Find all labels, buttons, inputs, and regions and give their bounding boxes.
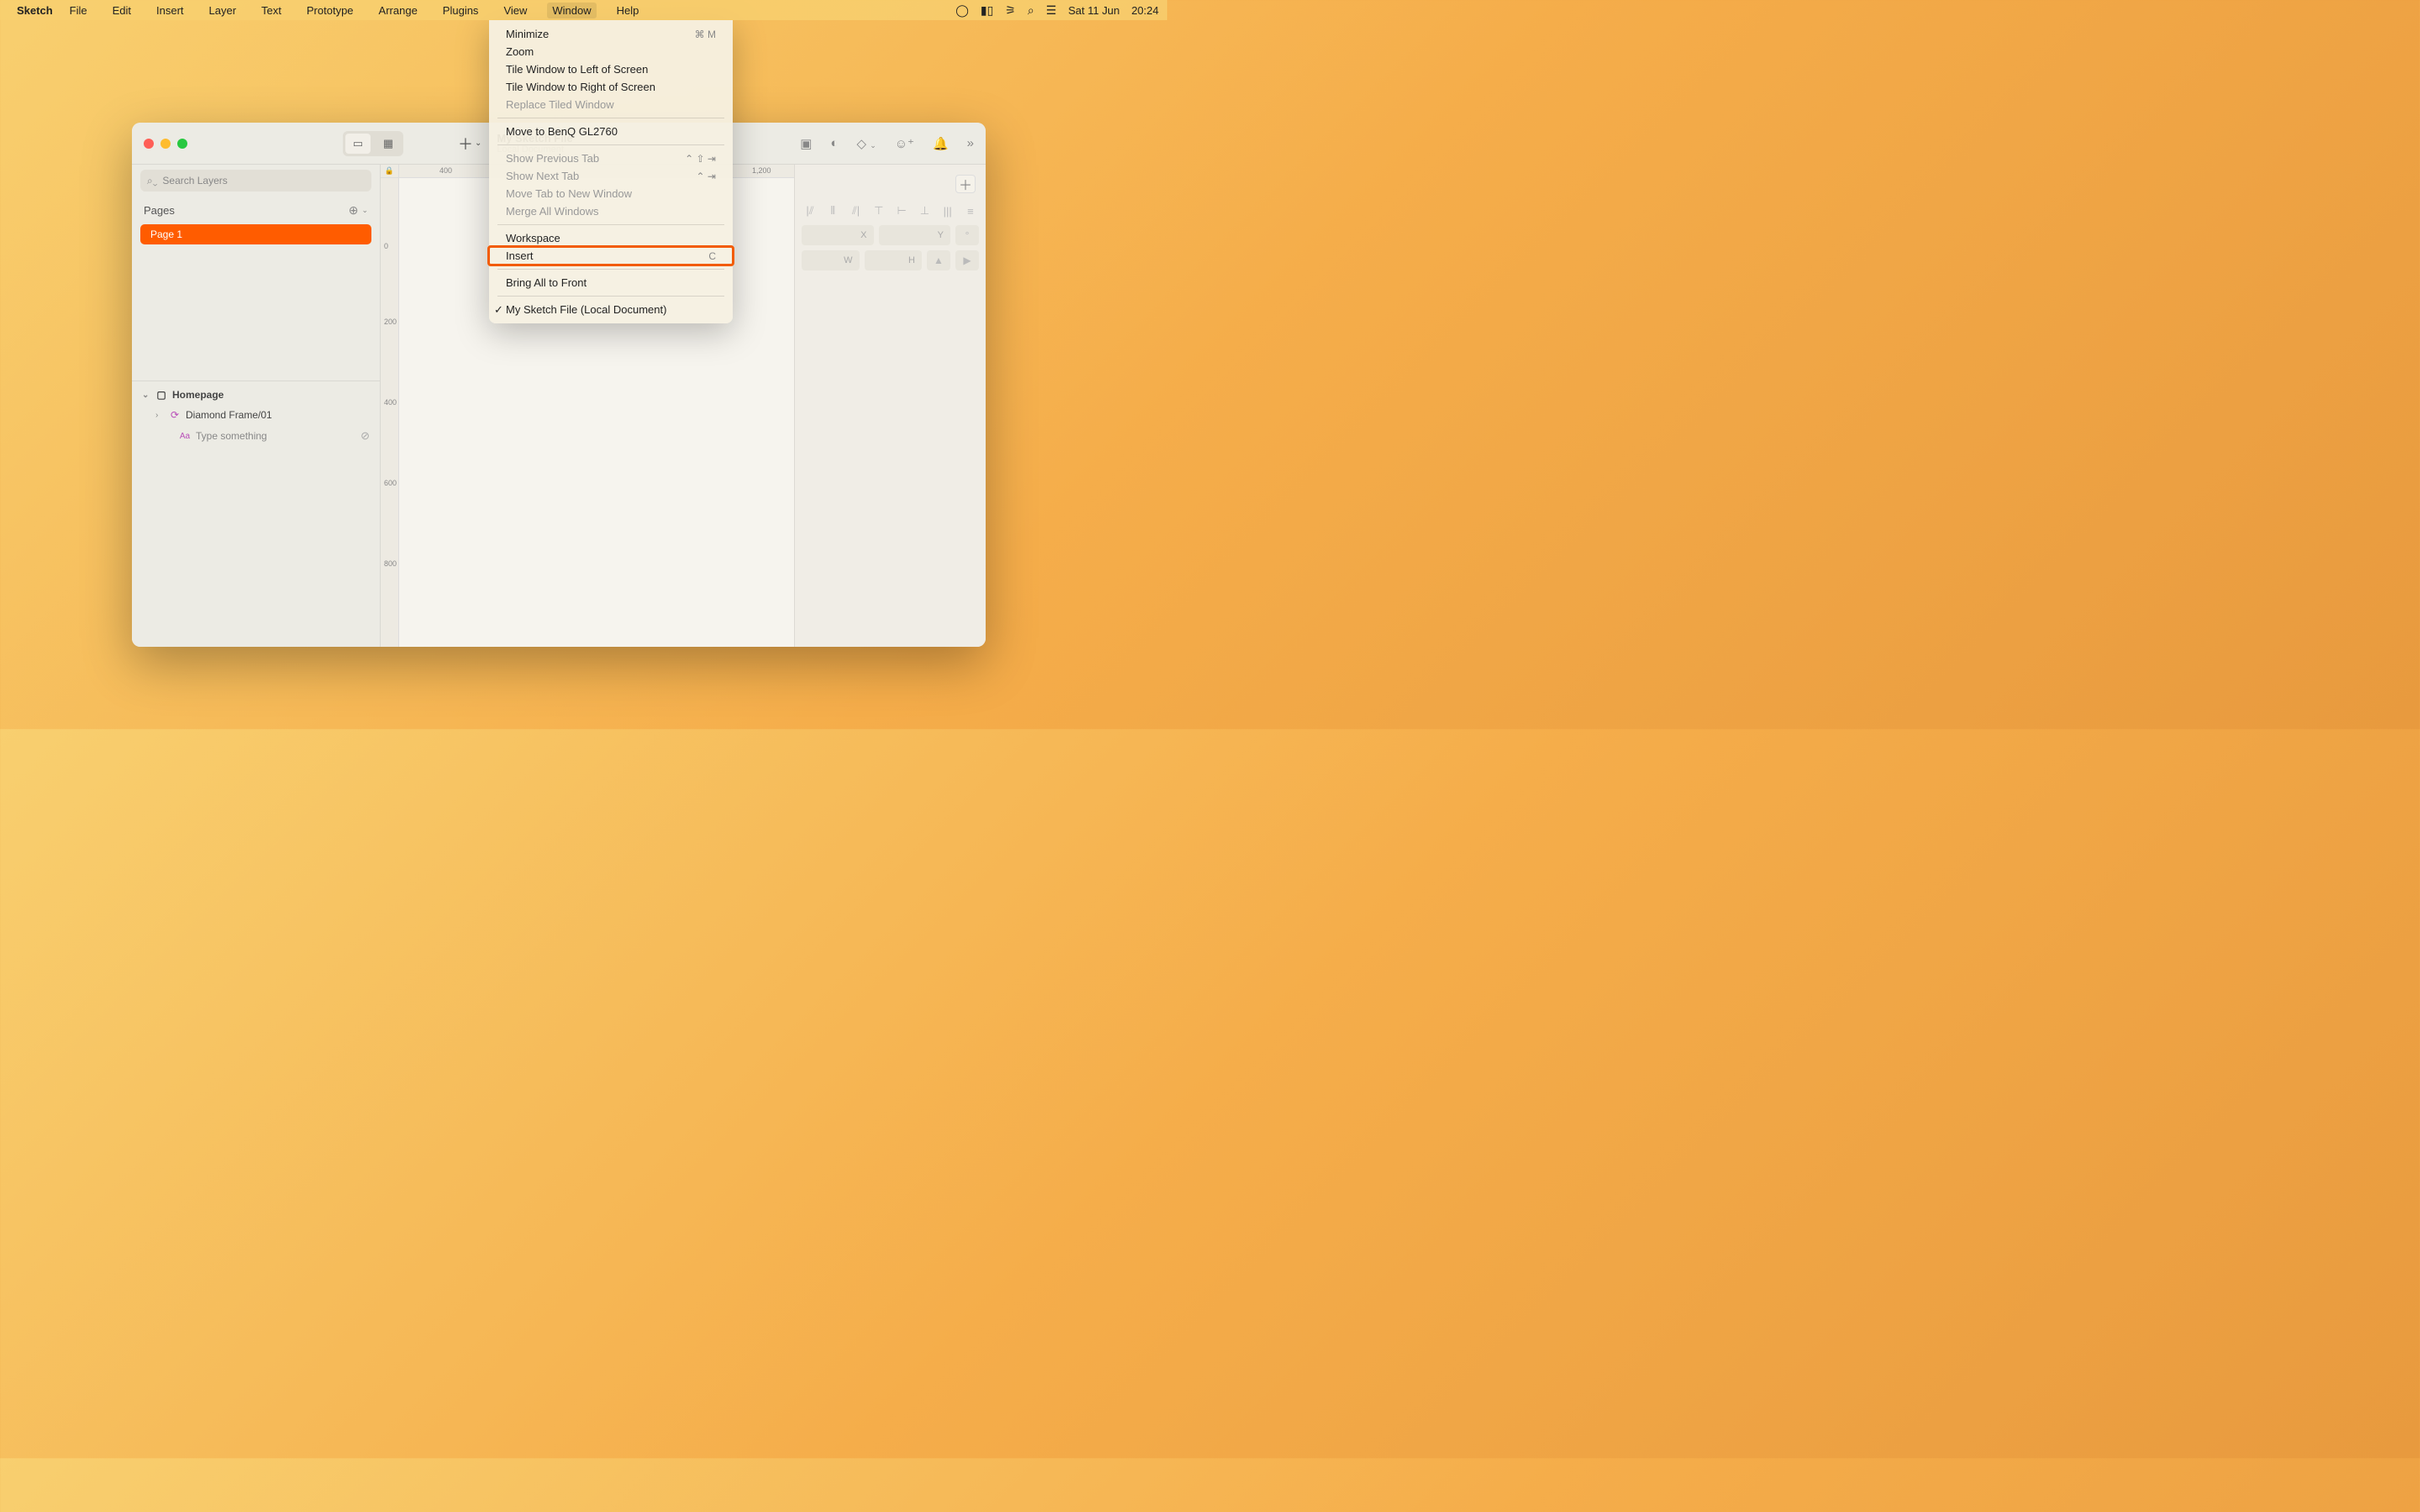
artboard-icon: ▢ — [155, 389, 167, 401]
menubar-time[interactable]: 20:24 — [1131, 4, 1159, 17]
ruler-lock-icon[interactable]: 🔒 — [381, 165, 399, 178]
menu-file[interactable]: File — [65, 3, 92, 18]
menu-separator — [497, 224, 724, 225]
align-right-icon[interactable]: ⫽| — [848, 203, 865, 218]
battery-icon[interactable]: ▮▯ — [981, 3, 993, 18]
flip-h-icon[interactable]: ▲ — [927, 250, 950, 270]
preview-icon[interactable]: ▣ — [800, 136, 812, 151]
menu-text[interactable]: Text — [256, 3, 287, 18]
hidden-icon[interactable]: ⊘ — [360, 429, 370, 443]
flip-v-icon[interactable]: ▶ — [955, 250, 979, 270]
align-top-icon[interactable]: ⊤ — [871, 203, 887, 218]
menu-item-move-display[interactable]: Move to BenQ GL2760 — [489, 123, 733, 140]
layers-list: ⌄ ▢ Homepage › ⟳ Diamond Frame/01 Aa Typ… — [132, 381, 380, 447]
menu-item-prev-tab: Show Previous Tab⌃ ⇧ ⇥ — [489, 150, 733, 167]
menu-item-current-document[interactable]: ✓My Sketch File (Local Document) — [489, 301, 733, 318]
y-field[interactable]: Y — [879, 225, 951, 245]
menu-item-merge-windows: Merge All Windows — [489, 202, 733, 220]
menu-item-move-tab: Move Tab to New Window — [489, 185, 733, 202]
menu-item-zoom[interactable]: Zoom — [489, 43, 733, 60]
w-field[interactable]: W — [802, 250, 860, 270]
text-layer-icon: Aa — [179, 432, 191, 441]
insert-button[interactable]: ＋ ⌄ — [458, 133, 481, 155]
collab-icon[interactable]: ☺⁺ — [895, 136, 914, 151]
layer-artboard[interactable]: ⌄ ▢ Homepage — [132, 385, 380, 405]
menu-separator — [497, 144, 724, 145]
menu-view[interactable]: View — [498, 3, 532, 18]
traffic-lights — [144, 139, 187, 149]
align-bottom-icon[interactable]: ⊥ — [916, 203, 933, 218]
add-tab-button[interactable]: ＋ — [955, 175, 976, 193]
minimize-button[interactable] — [160, 139, 171, 149]
chevron-down-icon[interactable]: ⌄ — [142, 391, 150, 400]
menu-item-replace-tiled: Replace Tiled Window — [489, 96, 733, 113]
left-sidebar: ⌕⌄ Search Layers Pages ⊕ ⌄ Page 1 ⌄ ▢ Ho… — [132, 165, 381, 647]
control-center-icon[interactable]: ☰ — [1046, 3, 1057, 18]
menu-window[interactable]: Window — [547, 3, 596, 18]
menu-separator — [497, 296, 724, 297]
align-controls: |⫽ ⫴ ⫽| ⊤ ⊢ ⊥ ||| ≡ — [802, 203, 979, 218]
x-field[interactable]: X — [802, 225, 874, 245]
align-hcenter-icon[interactable]: ⫴ — [824, 203, 841, 218]
menu-item-insert-window[interactable]: InsertC — [489, 247, 733, 265]
toolbar-right: ▣ ◐ ◇ ⌄ ☺⁺ 🔔 » — [800, 136, 974, 151]
layers-panel-button[interactable]: ▭ — [345, 134, 371, 154]
align-left-icon[interactable]: |⫽ — [802, 203, 818, 218]
page-item[interactable]: Page 1 — [140, 224, 371, 244]
menu-arrange[interactable]: Arrange — [374, 3, 423, 18]
right-inspector: ＋ |⫽ ⫴ ⫽| ⊤ ⊢ ⊥ ||| ≡ X Y ° W H ▲ ▶ — [794, 165, 986, 647]
components-panel-button[interactable]: ▦ — [376, 134, 401, 154]
mask-icon[interactable]: ◐ — [830, 136, 838, 150]
search-icon: ⌕⌄ — [147, 175, 157, 187]
menu-item-workspace[interactable]: Workspace — [489, 229, 733, 247]
pages-label: Pages — [144, 204, 175, 217]
menu-layer[interactable]: Layer — [204, 3, 242, 18]
menu-prototype[interactable]: Prototype — [302, 3, 359, 18]
vertical-ruler[interactable]: 0 200 400 600 800 — [381, 178, 399, 647]
notifications-icon[interactable]: 🔔 — [933, 136, 949, 151]
spotlight-icon[interactable]: ⌕ — [1028, 3, 1034, 18]
search-layers-input[interactable]: ⌕⌄ Search Layers — [140, 170, 371, 192]
fullscreen-button[interactable] — [177, 139, 187, 149]
overflow-icon[interactable]: » — [967, 136, 974, 150]
menu-item-tile-left[interactable]: Tile Window to Left of Screen — [489, 60, 733, 78]
menu-item-minimize[interactable]: Minimize⌘ M — [489, 25, 733, 43]
menu-help[interactable]: Help — [612, 3, 644, 18]
chevron-down-icon: ⌄ — [870, 141, 876, 150]
menu-edit[interactable]: Edit — [108, 3, 136, 18]
distribute-h-icon[interactable]: ||| — [939, 203, 956, 218]
align-vcenter-icon[interactable]: ⊢ — [893, 203, 910, 218]
wifi-icon[interactable]: ⚞ — [1005, 3, 1016, 18]
window-menu-dropdown: Minimize⌘ M Zoom Tile Window to Left of … — [489, 20, 733, 323]
h-field[interactable]: H — [865, 250, 923, 270]
distribute-v-icon[interactable]: ≡ — [962, 203, 979, 218]
rotation-field[interactable]: ° — [955, 225, 979, 245]
layer-text[interactable]: Aa Type something ⊘ — [132, 425, 380, 447]
close-button[interactable] — [144, 139, 154, 149]
add-page-button[interactable]: ⊕ ⌄ — [349, 203, 368, 218]
user-icon[interactable]: ◯ — [955, 3, 969, 18]
chevron-down-icon: ⌄ — [361, 206, 368, 215]
menu-insert[interactable]: Insert — [151, 3, 189, 18]
pages-header: Pages ⊕ ⌄ — [132, 197, 380, 223]
menubar-date[interactable]: Sat 11 Jun — [1068, 4, 1119, 17]
macos-menubar: Sketch File Edit Insert Layer Text Proto… — [0, 0, 1167, 20]
symbol-icon[interactable]: ◇ ⌄ — [856, 136, 876, 151]
chevron-right-icon[interactable]: › — [155, 411, 164, 420]
symbol-instance-icon: ⟳ — [169, 409, 181, 421]
menu-separator — [497, 269, 724, 270]
app-name[interactable]: Sketch — [17, 4, 53, 17]
menu-item-tile-right[interactable]: Tile Window to Right of Screen — [489, 78, 733, 96]
chevron-down-icon: ⌄ — [475, 139, 481, 148]
sidebar-toggle-group: ▭ ▦ — [343, 131, 403, 156]
layer-symbol[interactable]: › ⟳ Diamond Frame/01 — [132, 405, 380, 425]
menu-item-next-tab: Show Next Tab⌃ ⇥ — [489, 167, 733, 185]
check-icon: ✓ — [494, 303, 503, 317]
menu-plugins[interactable]: Plugins — [438, 3, 484, 18]
menu-item-bring-front[interactable]: Bring All to Front — [489, 274, 733, 291]
